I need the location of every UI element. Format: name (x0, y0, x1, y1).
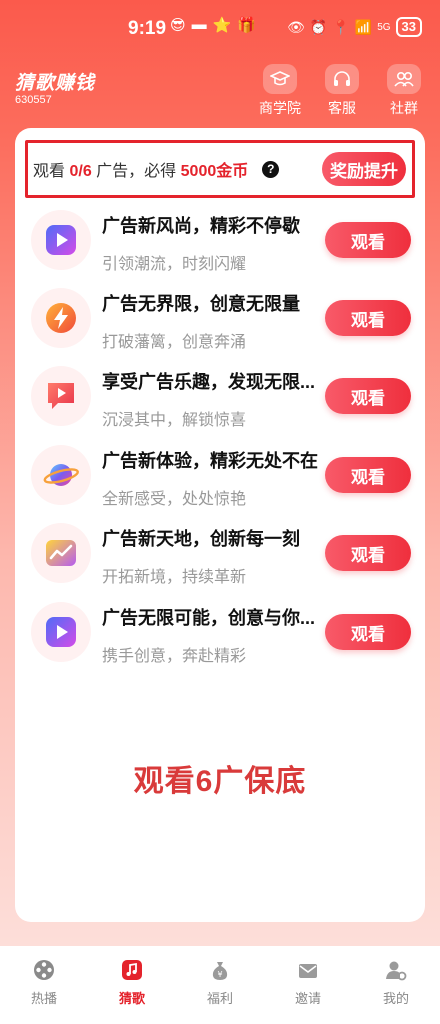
ad-subtitle: 引领潮流，时刻闪耀 (102, 256, 247, 273)
watch-button[interactable]: 观看 (325, 222, 411, 258)
tab-welfare[interactable]: ¥ 福利 (190, 958, 250, 1024)
watch-button[interactable]: 观看 (325, 378, 411, 414)
graduation-cap-icon (263, 64, 297, 94)
reward-progress: 0/6 (69, 163, 92, 180)
alarm-icon: ⏰ (309, 18, 328, 35)
trend-chart-icon (31, 523, 91, 583)
list-item: 广告新风尚，精彩不停歇 引领潮流，时刻闪耀 观看 (15, 208, 425, 286)
ad-subtitle: 开拓新境，持续革新 (102, 569, 247, 586)
tab-label: 福利 (206, 991, 233, 1006)
ad-title: 广告新体验，精彩无处不在 (102, 451, 318, 471)
planet-icon (31, 445, 91, 505)
tab-label: 猜歌 (118, 991, 145, 1006)
ad-task-card: 观看 0/6 广告，必得 5000金币 ? 奖励提升 广告新风尚，精彩不停歇 引… (15, 128, 425, 922)
ad-subtitle: 打破藩篱，创意奔涌 (102, 334, 247, 351)
list-item: 享受广告乐趣，发现无限... 沉浸其中，解锁惊喜 观看 (15, 364, 425, 442)
tab-label: 热播 (30, 991, 57, 1006)
location-icon: 📍 (332, 18, 350, 35)
tab-label: 我的 (382, 991, 409, 1006)
tab-label: 邀请 (294, 991, 321, 1006)
user-settings-icon (384, 958, 408, 982)
film-reel-icon (32, 958, 56, 982)
lightning-icon (31, 288, 91, 348)
reward-text: 观看 0/6 广告，必得 5000金币 (33, 157, 248, 181)
top-nav-business-school[interactable]: 商学院 (256, 64, 304, 118)
help-icon[interactable]: ? (262, 160, 280, 178)
watch-button[interactable]: 观看 (325, 535, 411, 571)
list-item: 广告无界限，创意无限量 打破藩篱，创意奔涌 观看 (15, 286, 425, 364)
top-nav: 商学院 客服 社群 (256, 64, 428, 118)
play-video-icon (31, 210, 91, 270)
tab-invite[interactable]: 邀请 (278, 958, 338, 1024)
reward-banner: 观看 0/6 广告，必得 5000金币 ? 奖励提升 (25, 140, 415, 198)
ad-subtitle: 沉浸其中，解锁惊喜 (102, 412, 247, 429)
list-item: 广告新天地，创新每一刻 开拓新境，持续革新 观看 (15, 521, 425, 599)
ad-title: 广告新风尚，精彩不停歇 (102, 216, 300, 236)
system-icons: 👁 ⏰ 📍 📶 5G 33 (287, 17, 422, 37)
reward-boost-button[interactable]: 奖励提升 (322, 152, 406, 186)
reward-notification-icon: 🎁 (237, 17, 257, 34)
reward-middle: 广告，必得 (96, 163, 177, 180)
community-icon (387, 64, 421, 94)
battery-icon: 33 (395, 17, 422, 37)
top-nav-label: 客服 (328, 100, 356, 116)
ad-subtitle: 携手创意，奔赴精彩 (102, 648, 247, 665)
tab-mine[interactable]: 我的 (366, 958, 426, 1024)
star-notification-icon: ⭐ (212, 17, 232, 34)
svg-text:¥: ¥ (217, 970, 222, 979)
wifi-icon: 📶 (354, 18, 373, 35)
ad-title: 广告新天地，创新每一刻 (102, 529, 300, 549)
tab-hot[interactable]: 热播 (14, 958, 74, 1024)
user-id: 630557 (15, 94, 52, 106)
app-notification-icon: ▬ (191, 16, 207, 33)
watch-button[interactable]: 观看 (325, 300, 411, 336)
top-nav-label: 社群 (390, 100, 418, 116)
top-nav-community[interactable]: 社群 (380, 64, 428, 118)
envelope-icon (296, 958, 320, 982)
notification-icons: 😎 ▬ ⭐ 🎁 (170, 16, 256, 34)
eye-icon: 👁 (287, 18, 305, 35)
music-note-icon (120, 958, 144, 982)
bottom-tab-bar: 热播 猜歌 ¥ 福利 邀请 我的 (0, 946, 440, 1024)
reward-amount: 5000金币 (180, 163, 249, 180)
app-title: 猜歌赚钱 (15, 73, 96, 94)
tab-guess-song[interactable]: 猜歌 (102, 958, 162, 1024)
headset-icon (325, 64, 359, 94)
watch-button[interactable]: 观看 (325, 614, 411, 650)
status-bar: 9:19 😎 ▬ ⭐ 🎁 👁 ⏰ 📍 📶 5G 33 (0, 0, 440, 56)
top-nav-customer-service[interactable]: 客服 (318, 64, 366, 118)
video-chat-icon (31, 366, 91, 426)
signal-label: 5G (377, 21, 391, 33)
watch-button[interactable]: 观看 (325, 457, 411, 493)
list-item: 广告新体验，精彩无处不在 全新感受，处处惊艳 观看 (15, 443, 425, 521)
status-time: 9:19 (128, 18, 167, 39)
emoji-notification-icon: 😎 (170, 17, 186, 34)
ad-title: 广告无界限，创意无限量 (102, 294, 300, 314)
reward-prefix: 观看 (33, 163, 66, 180)
ad-subtitle: 全新感受，处处惊艳 (102, 491, 247, 508)
ad-title: 广告无限可能，创意与你... (102, 608, 316, 628)
play-video-icon (31, 602, 91, 662)
list-item: 广告无限可能，创意与你... 携手创意，奔赴精彩 观看 (15, 600, 425, 678)
money-bag-icon: ¥ (208, 958, 232, 982)
top-nav-label: 商学院 (259, 100, 301, 116)
ad-title: 享受广告乐趣，发现无限... (102, 372, 316, 392)
guarantee-text: 观看6广保底 (133, 765, 307, 798)
